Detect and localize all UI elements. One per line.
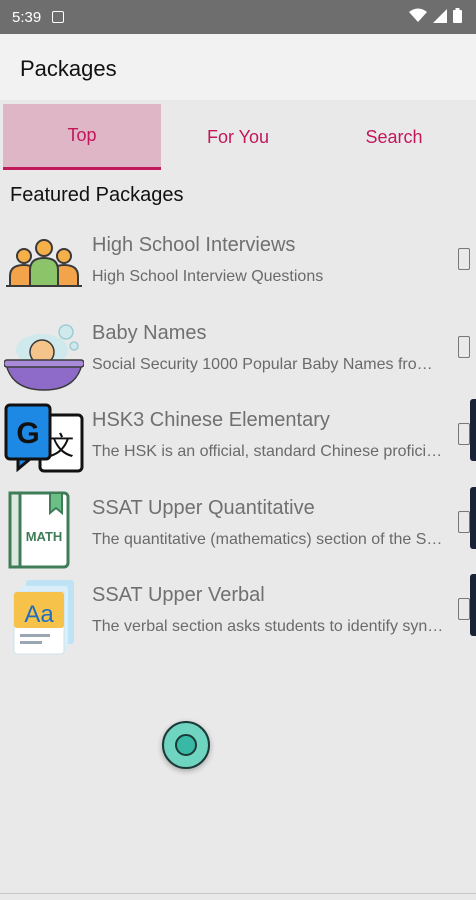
edge-card: [470, 574, 476, 636]
status-icons: [409, 8, 462, 23]
package-description: The HSK is an official, standard Chinese…: [92, 443, 444, 460]
package-title: High School Interviews: [92, 234, 296, 256]
svg-text:G: G: [16, 417, 39, 450]
tab-top[interactable]: Top: [3, 104, 161, 170]
package-description: The verbal section asks students to iden…: [92, 618, 444, 635]
package-description: Social Security 1000 Popular Baby Names …: [92, 356, 444, 373]
notification-icon: [52, 11, 64, 23]
bottom-divider: [0, 893, 476, 894]
more-icon[interactable]: [458, 336, 470, 358]
svg-text:文: 文: [48, 432, 74, 462]
tab-for-you[interactable]: For You: [159, 104, 317, 170]
package-title: SSAT Upper Quantitative: [92, 497, 315, 519]
package-description: High School Interview Questions: [92, 268, 324, 285]
svg-text:MATH: MATH: [26, 529, 63, 544]
math-book-icon: MATH: [4, 491, 84, 571]
vocabulary-cards-icon: Aa: [4, 578, 84, 658]
section-title: Featured Packages: [10, 184, 184, 206]
wifi-icon: [409, 8, 427, 22]
list-item-baby-names[interactable]: Baby Names Social Security 1000 Popular …: [0, 312, 476, 400]
edge-card: [470, 399, 476, 461]
list-item-ssat-verbal[interactable]: Aa SSAT Upper Verbal The verbal section …: [0, 574, 476, 662]
more-icon[interactable]: [458, 511, 470, 533]
package-title: HSK3 Chinese Elementary: [92, 409, 330, 431]
tab-bar: Top For You Search: [0, 104, 476, 170]
more-icon[interactable]: [458, 248, 470, 270]
status-bar: 5:39: [0, 0, 476, 34]
list-item-hsk3-chinese[interactable]: 文 G HSK3 Chinese Elementary The HSK is a…: [0, 399, 476, 487]
baby-bath-icon: [3, 316, 85, 396]
signal-icon: [433, 9, 447, 23]
package-title: SSAT Upper Verbal: [92, 584, 265, 606]
list-item-high-school-interviews[interactable]: High School Interviews High School Inter…: [0, 224, 476, 312]
package-description: The quantitative (mathematics) section o…: [92, 531, 444, 548]
edge-card: [470, 487, 476, 549]
list-item-ssat-quantitative[interactable]: MATH SSAT Upper Quantitative The quantit…: [0, 487, 476, 575]
tab-search[interactable]: Search: [315, 104, 473, 170]
more-icon[interactable]: [458, 423, 470, 445]
svg-text:Aa: Aa: [24, 601, 54, 628]
package-title: Baby Names: [92, 322, 207, 344]
battery-icon: [453, 8, 462, 23]
circle-icon: [175, 734, 197, 756]
page-title: Packages: [20, 56, 117, 81]
app-bar: Packages: [0, 34, 476, 100]
translate-icon: 文 G: [4, 403, 84, 483]
more-icon[interactable]: [458, 598, 470, 620]
record-button[interactable]: [162, 721, 210, 769]
people-group-icon: [4, 228, 84, 308]
status-time: 5:39: [12, 9, 42, 26]
